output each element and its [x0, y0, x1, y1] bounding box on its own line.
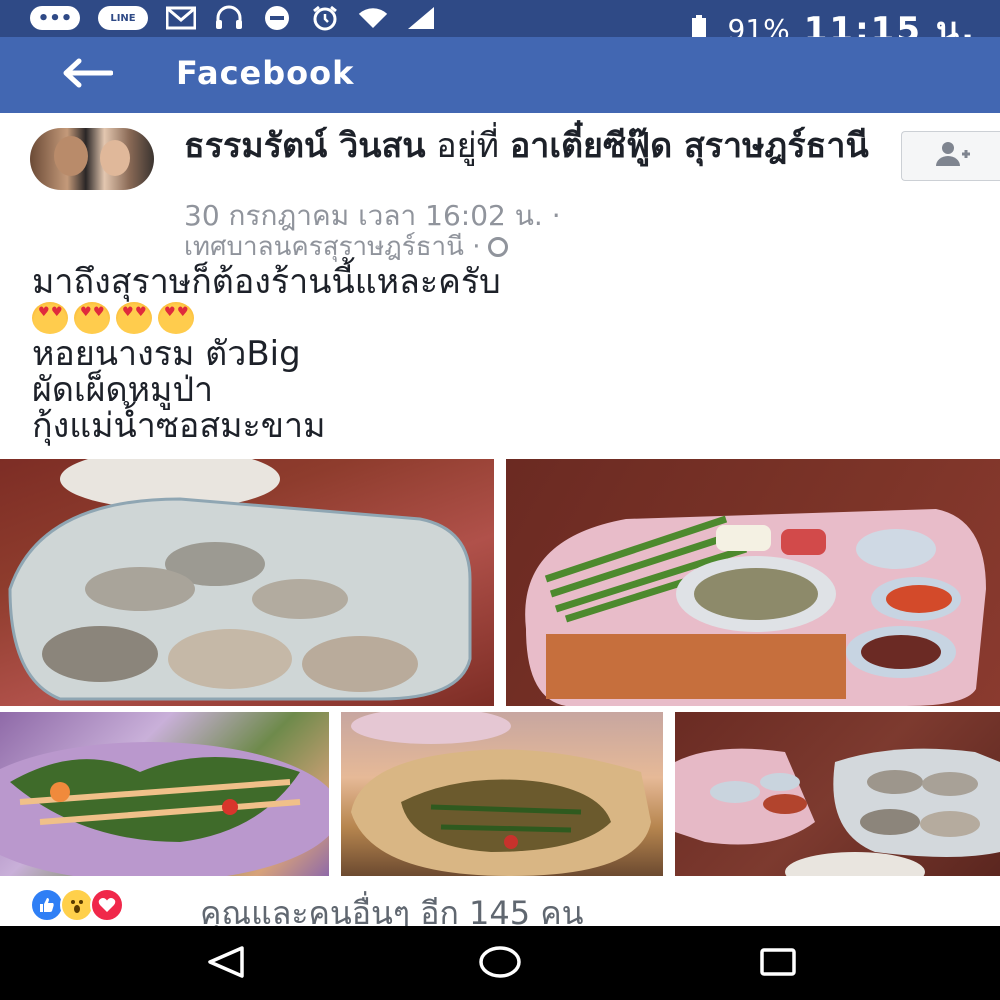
heart-eyes-emoji-icon [116, 302, 152, 334]
avatar[interactable] [30, 128, 154, 190]
line-app-icon: LINE [98, 6, 148, 30]
nav-home-button[interactable] [470, 944, 530, 984]
back-button[interactable] [52, 53, 122, 97]
screen: ••• LINE 91% 11:15 น. Facebook ธรรมรัตน์… [0, 0, 1000, 1000]
post-author-line: ธรรมรัตน์ วินสน อยู่ที่ อาเตี๋ยซีฟู๊ด สุ… [184, 126, 884, 166]
post-text-line-4: กุ้งแม่น้ำซอสมะขาม [32, 406, 326, 446]
chat-icon: ••• [30, 6, 80, 30]
post-text-line-3: ผัดเผ็ดหมูป่า [32, 370, 214, 410]
app-title: Facebook [176, 54, 355, 92]
circle-home-icon [478, 945, 522, 983]
photo-oysters[interactable] [0, 459, 494, 706]
square-recents-icon [758, 947, 798, 981]
post-location-line: เทศบาลนครสุราษฎร์ธานี · [184, 226, 509, 267]
post-location[interactable]: เทศบาลนครสุราษฎร์ธานี · [184, 226, 480, 267]
status-bar: ••• LINE 91% 11:15 น. [0, 0, 1000, 50]
like-reaction-icon [30, 888, 64, 922]
add-friend-button[interactable] [901, 131, 1000, 181]
heart-eyes-emoji-icon [74, 302, 110, 334]
heart-eyes-emoji-icon [32, 302, 68, 334]
photo-salad[interactable] [0, 712, 329, 876]
back-arrow-icon [61, 58, 114, 92]
android-nav-bar [0, 926, 1000, 1000]
add-friend-icon [934, 140, 970, 172]
wifi-icon [358, 5, 388, 31]
triangle-back-icon [206, 945, 246, 983]
emoji-row [32, 300, 972, 336]
app-bar: Facebook [0, 37, 1000, 113]
place-name-link[interactable]: อาเตี๋ยซีฟู๊ด สุราษฎร์ธานี [510, 126, 869, 166]
status-bar-notifications: ••• LINE [30, 5, 436, 31]
avatar-person-1 [54, 136, 88, 176]
alarm-icon [310, 5, 340, 31]
love-reaction-icon [90, 888, 124, 922]
wow-reaction-icon [60, 888, 94, 922]
signal-icon [406, 5, 436, 31]
post-text-line-2: หอยนางรม ตัวBig [32, 334, 301, 374]
photo-table-spread[interactable] [675, 712, 1000, 876]
headset-icon [214, 5, 244, 31]
checkin-label: อยู่ที่ [425, 126, 510, 166]
nav-recents-button[interactable] [748, 944, 808, 984]
avatar-person-2 [100, 140, 130, 176]
heart-eyes-emoji-icon [158, 302, 194, 334]
author-name-link[interactable]: ธรรมรัตน์ วินสน [184, 126, 425, 166]
gmail-icon [166, 5, 196, 31]
nav-back-button[interactable] [196, 944, 256, 984]
photo-stir-fry[interactable] [341, 712, 663, 876]
do-not-disturb-icon [262, 5, 292, 31]
globe-icon [488, 236, 509, 257]
photo-dipping-set[interactable] [506, 459, 1000, 706]
post-body: มาถึงสุราษก็ต้องร้านนี้แหละครับ หอยนางรม… [32, 264, 972, 444]
reaction-icons[interactable] [30, 888, 124, 922]
post-text-line-1: มาถึงสุราษก็ต้องร้านนี้แหละครับ [32, 262, 501, 302]
